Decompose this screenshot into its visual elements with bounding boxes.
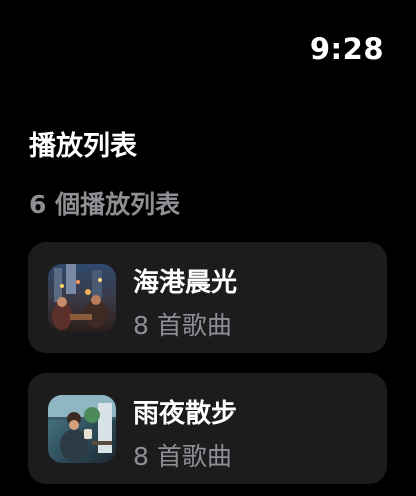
playlist-title: 雨夜散步 [133, 399, 238, 429]
playlist-artwork-icon [48, 395, 116, 463]
playlist-count: 6 個播放列表 [29, 190, 181, 219]
playlist-song-count: 8 首歌曲 [133, 442, 232, 471]
playlist-title: 海港晨光 [133, 268, 238, 298]
page-title: 播放列表 [29, 131, 137, 162]
status-time: 9:28 [309, 32, 384, 66]
playlist-card[interactable]: 海港晨光 8 首歌曲 [28, 242, 387, 353]
playlist-card[interactable]: 雨夜散步 8 首歌曲 [28, 373, 387, 484]
playlist-song-count: 8 首歌曲 [133, 311, 232, 340]
playlist-artwork-icon [48, 264, 116, 332]
